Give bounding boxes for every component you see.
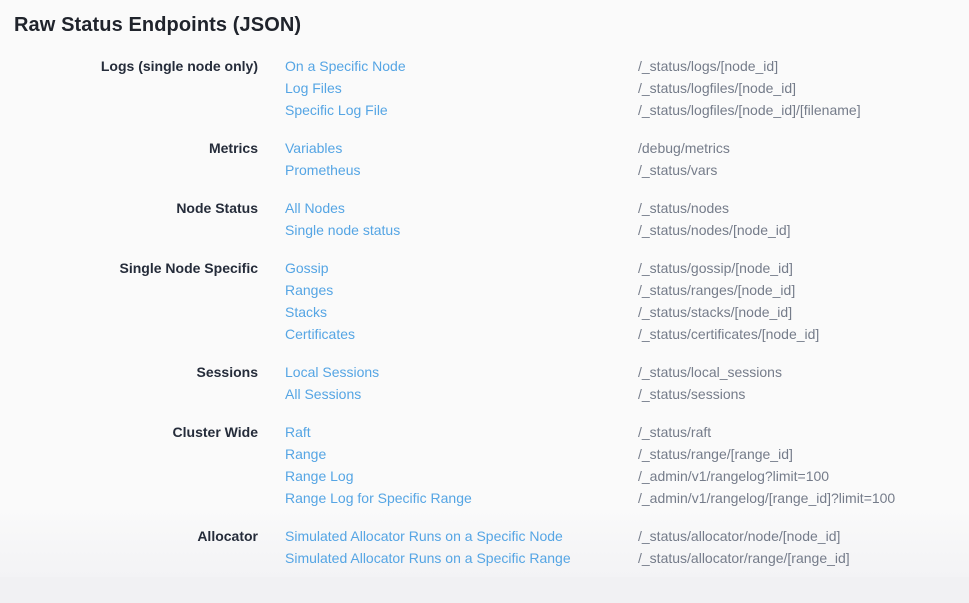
section-entries: On a Specific Node /_status/logs/[node_i…: [285, 55, 969, 121]
endpoint-row: On a Specific Node /_status/logs/[node_i…: [285, 55, 969, 77]
endpoint-path: /_status/allocator/node/[node_id]: [638, 525, 969, 547]
endpoint-section: Allocator Simulated Allocator Runs on a …: [0, 525, 969, 569]
endpoint-link[interactable]: Stacks: [285, 301, 638, 323]
endpoint-row: Raft /_status/raft: [285, 421, 969, 443]
endpoint-link[interactable]: Variables: [285, 137, 638, 159]
page-title: Raw Status Endpoints (JSON): [14, 14, 969, 37]
endpoint-path: /debug/metrics: [638, 137, 969, 159]
endpoint-row: Simulated Allocator Runs on a Specific R…: [285, 547, 969, 569]
endpoint-link[interactable]: Certificates: [285, 323, 638, 345]
section-category-label: Node Status: [0, 197, 258, 219]
endpoint-path: /_admin/v1/rangelog?limit=100: [638, 465, 969, 487]
endpoint-row: Range /_status/range/[range_id]: [285, 443, 969, 465]
endpoint-path: /_status/vars: [638, 159, 969, 181]
section-entries: Raft /_status/raft Range /_status/range/…: [285, 421, 969, 509]
endpoint-link[interactable]: On a Specific Node: [285, 55, 638, 77]
endpoint-path: /_status/nodes: [638, 197, 969, 219]
endpoint-row: Single node status /_status/nodes/[node_…: [285, 219, 969, 241]
endpoint-path: /_status/range/[range_id]: [638, 443, 969, 465]
endpoint-row: Specific Log File /_status/logfiles/[nod…: [285, 99, 969, 121]
section-category-label: Cluster Wide: [0, 421, 258, 443]
endpoint-path: /_status/ranges/[node_id]: [638, 279, 969, 301]
section-category-label: Logs (single node only): [0, 55, 258, 77]
endpoint-path: /_status/sessions: [638, 383, 969, 405]
section-entries: Variables /debug/metrics Prometheus /_st…: [285, 137, 969, 181]
section-category-label: Allocator: [0, 525, 258, 547]
endpoint-link[interactable]: Simulated Allocator Runs on a Specific R…: [285, 547, 638, 569]
endpoint-link[interactable]: All Sessions: [285, 383, 638, 405]
section-entries: Gossip /_status/gossip/[node_id] Ranges …: [285, 257, 969, 345]
endpoint-link[interactable]: Prometheus: [285, 159, 638, 181]
endpoint-path: /_status/nodes/[node_id]: [638, 219, 969, 241]
endpoint-row: Simulated Allocator Runs on a Specific N…: [285, 525, 969, 547]
debug-page: Raw Status Endpoints (JSON) Logs (single…: [0, 0, 969, 577]
endpoint-row: Range Log /_admin/v1/rangelog?limit=100: [285, 465, 969, 487]
section-category-label: Sessions: [0, 361, 258, 383]
endpoint-row: Local Sessions /_status/local_sessions: [285, 361, 969, 383]
endpoint-path: /_status/logfiles/[node_id]: [638, 77, 969, 99]
endpoint-row: Certificates /_status/certificates/[node…: [285, 323, 969, 345]
endpoint-link[interactable]: Simulated Allocator Runs on a Specific N…: [285, 525, 638, 547]
endpoint-row: Prometheus /_status/vars: [285, 159, 969, 181]
endpoint-link[interactable]: Raft: [285, 421, 638, 443]
endpoint-section: Sessions Local Sessions /_status/local_s…: [0, 361, 969, 405]
endpoint-row: All Sessions /_status/sessions: [285, 383, 969, 405]
endpoint-path: /_status/raft: [638, 421, 969, 443]
endpoint-path: /_status/certificates/[node_id]: [638, 323, 969, 345]
endpoint-section: Node Status All Nodes /_status/nodes Sin…: [0, 197, 969, 241]
section-entries: All Nodes /_status/nodes Single node sta…: [285, 197, 969, 241]
section-category-label: Single Node Specific: [0, 257, 258, 279]
section-category-label: Metrics: [0, 137, 258, 159]
endpoint-row: Ranges /_status/ranges/[node_id]: [285, 279, 969, 301]
endpoint-link[interactable]: All Nodes: [285, 197, 638, 219]
endpoint-section: Single Node Specific Gossip /_status/gos…: [0, 257, 969, 345]
endpoint-sections: Logs (single node only) On a Specific No…: [0, 55, 969, 569]
endpoint-link[interactable]: Single node status: [285, 219, 638, 241]
endpoint-path: /_status/allocator/range/[range_id]: [638, 547, 969, 569]
endpoint-path: /_status/stacks/[node_id]: [638, 301, 969, 323]
endpoint-path: /_admin/v1/rangelog/[range_id]?limit=100: [638, 487, 969, 509]
endpoint-path: /_status/logfiles/[node_id]/[filename]: [638, 99, 969, 121]
endpoint-link[interactable]: Range: [285, 443, 638, 465]
endpoint-link[interactable]: Local Sessions: [285, 361, 638, 383]
endpoint-path: /_status/logs/[node_id]: [638, 55, 969, 77]
endpoint-path: /_status/gossip/[node_id]: [638, 257, 969, 279]
endpoint-row: Gossip /_status/gossip/[node_id]: [285, 257, 969, 279]
endpoint-section: Cluster Wide Raft /_status/raft Range /_…: [0, 421, 969, 509]
endpoint-link[interactable]: Gossip: [285, 257, 638, 279]
endpoint-row: Stacks /_status/stacks/[node_id]: [285, 301, 969, 323]
endpoint-link[interactable]: Range Log for Specific Range: [285, 487, 638, 509]
endpoint-link[interactable]: Log Files: [285, 77, 638, 99]
section-entries: Simulated Allocator Runs on a Specific N…: [285, 525, 969, 569]
endpoint-row: Log Files /_status/logfiles/[node_id]: [285, 77, 969, 99]
endpoint-section: Metrics Variables /debug/metrics Prometh…: [0, 137, 969, 181]
endpoint-path: /_status/local_sessions: [638, 361, 969, 383]
endpoint-link[interactable]: Range Log: [285, 465, 638, 487]
endpoint-link[interactable]: Ranges: [285, 279, 638, 301]
section-entries: Local Sessions /_status/local_sessions A…: [285, 361, 969, 405]
endpoint-row: All Nodes /_status/nodes: [285, 197, 969, 219]
endpoint-link[interactable]: Specific Log File: [285, 99, 638, 121]
endpoint-row: Range Log for Specific Range /_admin/v1/…: [285, 487, 969, 509]
endpoint-section: Logs (single node only) On a Specific No…: [0, 55, 969, 121]
endpoint-row: Variables /debug/metrics: [285, 137, 969, 159]
